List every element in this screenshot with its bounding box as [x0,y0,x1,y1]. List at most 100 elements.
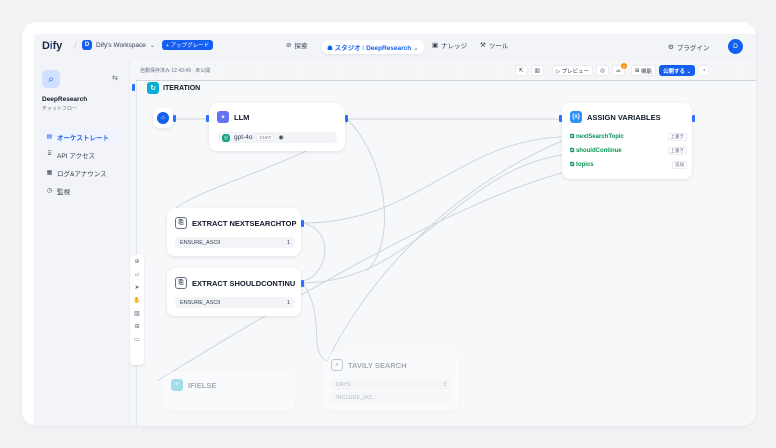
extract2-output-handle[interactable] [301,280,304,287]
export-icon[interactable]: ⇱ [515,65,528,76]
assign-output-handle[interactable] [692,115,695,122]
checklist-icon[interactable]: ◎ [596,65,609,76]
search-icon[interactable]: ⌕ [42,70,60,88]
extract-next-search-topic-node[interactable]: ⎘ EXTRACT NEXTSEARCHTOP ENSURE_ASCII 1 [167,208,301,256]
add-node-icon[interactable]: ⊕ [130,255,144,268]
user-avatar[interactable]: D [728,39,743,54]
edge-extract2-tavily [302,282,328,362]
assign-input-handle[interactable] [559,115,562,122]
assign-row[interactable]: ⧉ nextSearchTopic 上書き [570,130,687,144]
canvas-toolbar: ⇱ ▥ ▷ プレビュー ◎ ⚌ 2 ⊞ 機能 公開する ⌄ ◔ [515,63,710,76]
edge-extract1-assign [302,136,563,224]
llm-input-handle[interactable] [206,115,209,122]
api-icon: ⌸ [47,151,52,157]
llm-model-field[interactable]: ◎ gpt-4o CHAT ◉ [217,132,337,143]
assign-row[interactable]: ⧉ shouldContinue 上書き [570,144,687,158]
nav-explore[interactable]: ⊘ 探索 [286,40,307,50]
note-icon[interactable]: ▱ [130,268,144,281]
plugins-button[interactable]: ⚙ プラグイン [668,42,709,52]
chevron-down-icon: ⌄ [413,45,419,52]
start-output-handle[interactable] [173,115,176,122]
extract1-field: ENSURE_ASCII 1 [175,237,295,248]
upgrade-button[interactable]: + アップグレード [161,40,214,50]
studio-icon: ☗ [327,45,333,52]
iteration-input-handle[interactable] [132,84,135,91]
env-icon[interactable]: ⚌ 2 [611,63,627,76]
dify-logo[interactable]: Dify [42,40,62,52]
tavily-title: TAVILY SEARCH [348,360,407,370]
assign-var-name: ⧉ shouldContinue [570,147,622,154]
tavily-node-title: ⌕ TAVILY SEARCH [331,359,406,371]
llm-output-handle[interactable] [345,115,348,122]
organize-icon[interactable]: ⊞ [130,320,144,333]
ifelse-node-title: ⑂ IF/ELSE [171,379,216,391]
tavily-field-name: DAYS [336,381,351,388]
parse-icon: ⎘ [175,217,187,229]
sidebar-item-api[interactable]: ⌸ API アクセス [42,147,123,162]
autosave-status: 自動保存済み 12:43:49 · 未公開 [140,68,211,74]
divider: / [74,41,77,52]
assign-node-title: {x} ASSIGN VARIABLES [570,111,661,123]
layout-icon[interactable]: ▥ [530,65,544,76]
assign-rows: ⧉ nextSearchTopic 上書き ⧉ shouldContinue 上… [570,130,687,172]
nav-tools[interactable]: ⚒ ツール [480,40,508,50]
sidebar-item-label: ログ&アナウンス [57,170,107,178]
publish-button[interactable]: 公開する ⌄ [658,65,696,76]
plugin-icon: ⚙ [668,44,674,51]
sidebar-menu: ▤ オーケストレート ⌸ API アクセス ▦ ログ&アナウンス ◷ 監視 [42,129,123,201]
minimap-icon[interactable]: ▭ [130,333,144,346]
assign-var-name: ⧉ nextSearchTopic [570,133,624,140]
extract1-title: EXTRACT NEXTSEARCHTOP [192,218,297,228]
workflow-canvas[interactable]: 自動保存済み 12:43:49 · 未公開 ⇱ ▥ ▷ プレビュー ◎ ⚌ 2 ⊞… [130,60,756,426]
extract2-node-title: ⎘ EXTRACT SHOULDCONTINU [175,277,297,289]
llm-model-name: gpt-4o [234,134,253,141]
llm-node[interactable]: ✦ LLM ◎ gpt-4o CHAT ◉ [209,103,345,151]
iteration-container[interactable]: ↻ ITERATION ⌂ ✦ LLM ◎ gpt-4o CHAT ◉ {x} … [132,80,756,426]
collapse-sidebar-icon[interactable]: ⇆ [112,74,118,82]
logo-letters-fy: fy [52,40,63,52]
preview-button[interactable]: ▷ プレビュー [551,65,594,76]
llm-icon: ✦ [217,111,229,123]
app-type: チャットフロー [42,106,77,112]
canvas-left-toolbar: ⊕ ▱ ➤ ✋ ▧ ⊞ ▭ [130,255,144,365]
hand-icon[interactable]: ✋ [130,294,144,307]
edge-extract1-extract2 [302,222,326,282]
assign-variables-node[interactable]: {x} ASSIGN VARIABLES ⧉ nextSearchTopic 上… [562,103,692,179]
llm-node-title: ✦ LLM [217,111,249,123]
image-icon[interactable]: ▧ [130,307,144,320]
extract-should-continue-node[interactable]: ⎘ EXTRACT SHOULDCONTINU ENSURE_ASCII 1 [167,268,301,316]
book-icon: ▣ [432,42,439,49]
workspace-selector[interactable]: D Dify's Workspace ⌄ + アップグレード [82,40,214,50]
orchestrate-icon: ▤ [46,134,53,140]
nav-explore-label: 探索 [294,43,308,50]
sidebar-item-logs[interactable]: ▦ ログ&アナウンス [42,165,123,180]
history-icon[interactable]: ◔ [698,65,710,76]
pointer-icon[interactable]: ➤ [130,281,144,294]
sidebar-item-monitor[interactable]: ◷ 監視 [42,183,123,198]
plugins-label: プラグイン [676,45,710,52]
logo-letter-d: D [42,40,50,52]
start-node[interactable]: ⌂ [153,108,173,128]
assign-row[interactable]: ⧉ topics 追加 [570,158,687,172]
grid-icon: ⊞ [634,67,640,74]
extract1-output-handle[interactable] [301,220,304,227]
project-selector[interactable]: DeepResearch [366,45,411,52]
tavily-field-value: 3 [442,381,446,388]
nav-tools-label: ツール [488,43,509,50]
assign-op-chip: 追加 [672,161,687,169]
features-button[interactable]: ⊞ 機能 [630,65,656,76]
edge-assign-ifelse-2 [326,140,563,362]
if-else-node[interactable]: ⑂ IF/ELSE [163,371,295,411]
sidebar-item-label: API アクセス [57,152,95,160]
nav-studio-pill[interactable]: ☗ スタジオ / DeepResearch ⌄ [322,40,424,54]
tavily-search-node[interactable]: ⌕ TAVILY SEARCH DAYS 3 INCLUDE_DO... [323,351,459,411]
nav-knowledge[interactable]: ▣ ナレッジ [432,40,467,50]
llm-mode-chip: CHAT [256,134,275,141]
variable-icon: {x} [570,111,582,123]
extract2-field-value: 1 [286,299,290,306]
sidebar: ⌕ ⇆ DeepResearch チャットフロー ▤ オーケストレート ⌸ AP… [34,60,130,426]
extract1-field-value: 1 [286,239,290,246]
sidebar-item-orchestrate[interactable]: ▤ オーケストレート [42,129,123,144]
nav-studio[interactable]: ☗ スタジオ / DeepResearch ⌄ [322,40,424,54]
compass-icon: ⊘ [286,42,292,49]
